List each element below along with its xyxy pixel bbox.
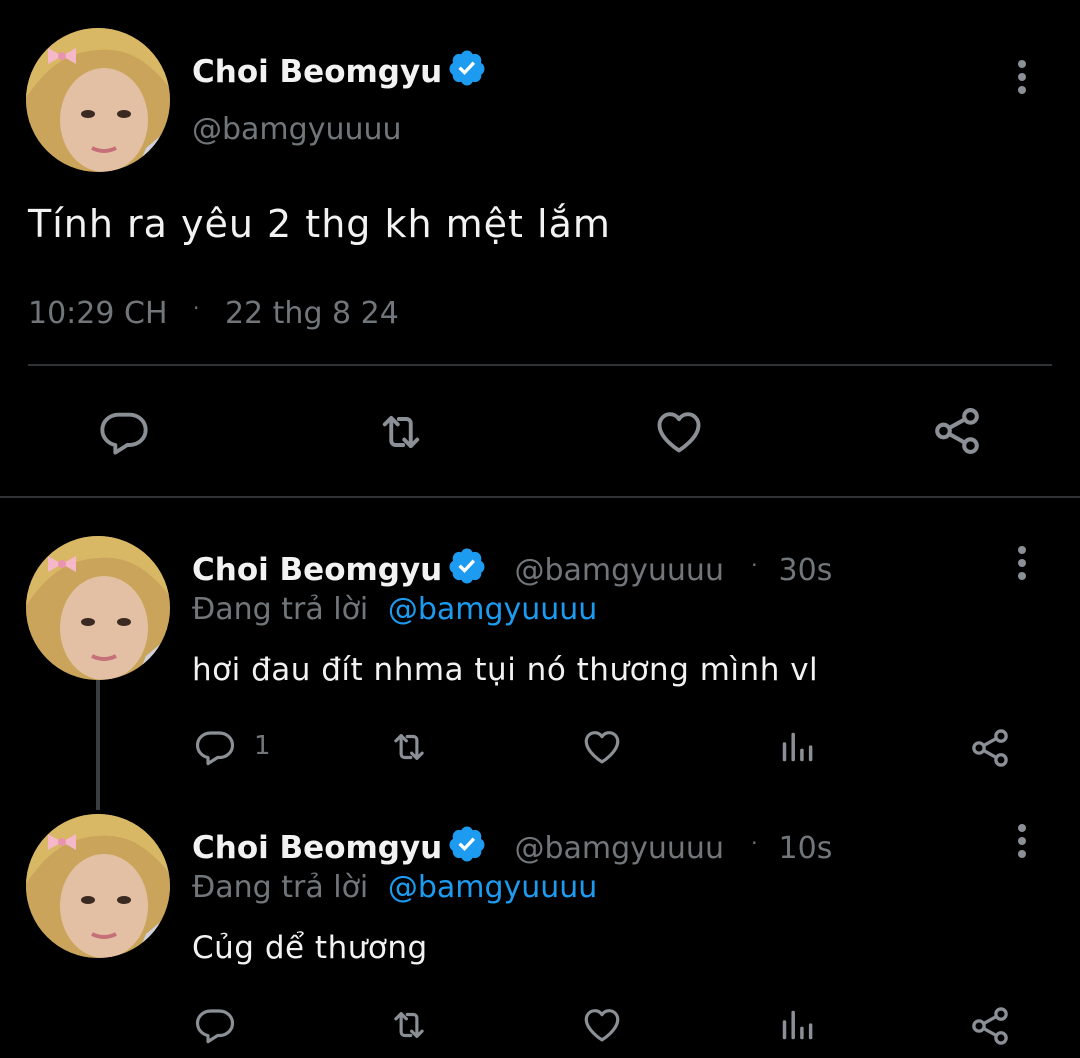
- author-row: Choi Beomgyu: [192, 48, 487, 90]
- verified-badge-icon: [447, 546, 487, 586]
- meta-separator: ·: [751, 553, 758, 577]
- author-name[interactable]: Choi Beomgyu: [192, 552, 442, 588]
- reply-icon[interactable]: [98, 406, 150, 458]
- replying-to-line: Đang trả lời @bamgyuuuu: [192, 592, 597, 627]
- reply-icon[interactable]: [194, 1004, 236, 1046]
- tweet-date: 22 thg 8 24: [224, 296, 399, 331]
- share-icon[interactable]: [930, 404, 984, 458]
- share-icon[interactable]: [968, 726, 1012, 770]
- replying-to-line: Đang trả lời @bamgyuuuu: [192, 870, 597, 905]
- time-ago[interactable]: 30s: [779, 553, 833, 588]
- views-icon[interactable]: [778, 1006, 816, 1044]
- views-icon[interactable]: [778, 728, 816, 766]
- reply-icon[interactable]: [194, 726, 236, 768]
- retweet-icon[interactable]: [384, 1004, 434, 1046]
- reply-count: 1: [254, 731, 271, 761]
- section-divider: [0, 496, 1080, 498]
- author-row: Choi Beomgyu @bamgyuuuu · 30s: [192, 546, 832, 588]
- tweet-time: 10:29 CH: [28, 296, 168, 331]
- like-icon[interactable]: [580, 1004, 624, 1046]
- verified-badge-icon: [447, 48, 487, 88]
- author-handle[interactable]: @bamgyuuuu: [514, 831, 724, 866]
- verified-badge-icon: [447, 824, 487, 864]
- author-row: Choi Beomgyu @bamgyuuuu · 10s: [192, 824, 832, 866]
- replying-prefix: Đang trả lời: [192, 870, 369, 905]
- retweet-icon[interactable]: [370, 406, 432, 458]
- tweet-timestamp[interactable]: 10:29 CH · 22 thg 8 24: [28, 296, 399, 331]
- replying-to-handle[interactable]: @bamgyuuuu: [388, 592, 598, 627]
- reply-text: hơi đau đít nhma tụi nó thương mình vl: [192, 652, 819, 688]
- author-handle[interactable]: @bamgyuuuu: [192, 112, 402, 147]
- avatar[interactable]: [26, 536, 170, 680]
- retweet-icon[interactable]: [384, 726, 434, 768]
- replying-prefix: Đang trả lời: [192, 592, 369, 627]
- author-name[interactable]: Choi Beomgyu: [192, 54, 442, 90]
- avatar[interactable]: [26, 28, 170, 172]
- like-icon[interactable]: [580, 726, 624, 768]
- share-icon[interactable]: [968, 1004, 1012, 1048]
- author-handle[interactable]: @bamgyuuuu: [514, 553, 724, 588]
- avatar[interactable]: [26, 814, 170, 958]
- replying-to-handle[interactable]: @bamgyuuuu: [388, 870, 598, 905]
- author-name[interactable]: Choi Beomgyu: [192, 830, 442, 866]
- divider: [28, 364, 1052, 366]
- meta-separator: ·: [751, 831, 758, 855]
- reply-text: Củg dể thương: [192, 930, 428, 966]
- meta-separator: ·: [193, 296, 200, 320]
- more-options-icon[interactable]: [1015, 546, 1029, 586]
- like-icon[interactable]: [652, 406, 706, 458]
- more-options-icon[interactable]: [1015, 824, 1029, 864]
- time-ago[interactable]: 10s: [779, 831, 833, 866]
- more-options-icon[interactable]: [1015, 60, 1029, 100]
- thread-connector: [96, 680, 100, 810]
- tweet-text: Tính ra yêu 2 thg kh mệt lắm: [28, 202, 611, 246]
